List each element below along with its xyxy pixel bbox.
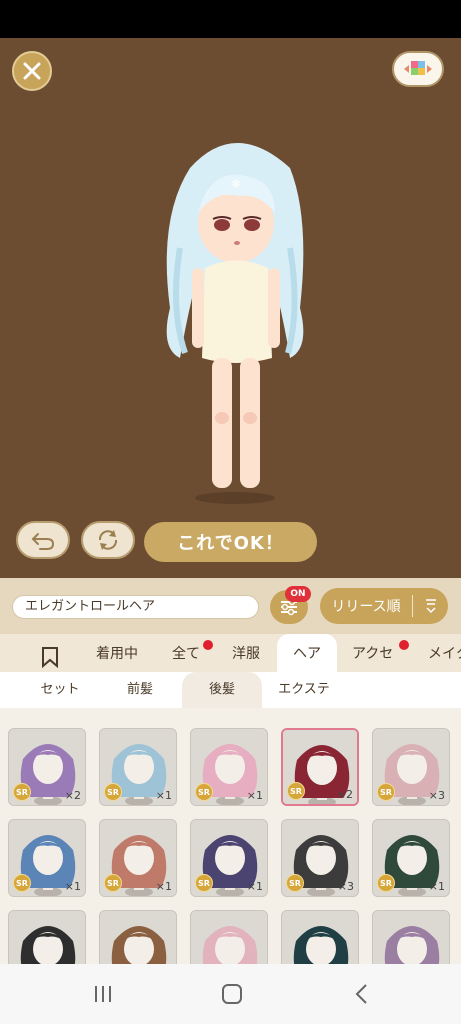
hair-item-card[interactable]: SR ×3 [281,819,359,897]
status-bar [0,0,461,38]
system-nav-bar [0,964,461,1024]
rarity-badge: SR [104,874,122,892]
home-button[interactable] [218,980,246,1008]
hair-item-card[interactable]: SR ×1 [99,819,177,897]
palette-icon [404,61,432,75]
owned-count: ×1 [155,789,172,802]
rarity-badge: SR [287,782,305,800]
owned-count: ×3 [337,880,354,893]
hair-item-card[interactable] [8,910,86,964]
rotate-button[interactable] [81,521,135,559]
hair-item-card[interactable]: SR ×1 [99,728,177,806]
hair-item-card[interactable]: SR ×2 [281,728,359,806]
hair-item-card[interactable]: SR ×1 [190,819,268,897]
filter-bar: エレガントロールヘア ON リリース順 [0,578,461,634]
owned-count: ×1 [428,880,445,893]
hair-item-card[interactable] [190,910,268,964]
subtab-set[interactable]: セット [24,672,96,708]
hair-thumbnail [373,911,449,964]
rarity-badge: SR [195,783,213,801]
category-tabs: 着用中 全て 洋服 ヘア アクセ メイク [0,634,461,672]
hair-thumbnail [100,911,176,964]
close-icon [23,62,41,80]
palette-button[interactable] [392,51,444,87]
back-button[interactable] [348,980,376,1008]
hair-item-card[interactable] [99,910,177,964]
hair-item-card[interactable]: SR ×1 [372,819,450,897]
rarity-badge: SR [104,783,122,801]
recent-apps-icon [95,986,111,1002]
hair-item-card[interactable]: SR ×3 [372,728,450,806]
rarity-badge: SR [286,874,304,892]
owned-count: ×1 [155,880,172,893]
recent-apps-button[interactable] [89,980,117,1008]
svg-text:❄: ❄ [231,177,241,191]
hair-thumbnail [191,911,267,964]
owned-count: ×2 [336,788,353,801]
hair-item-card[interactable]: SR ×1 [8,819,86,897]
avatar-stage: ❄ これでOK！ [0,38,461,578]
sort-direction-icon [413,598,448,614]
bookmark-tab[interactable] [40,644,60,669]
rarity-badge: SR [13,783,31,801]
hair-subtabs: セット 前髪 後髪 エクステ [0,672,461,708]
tab-clothes[interactable]: 洋服 [232,634,260,672]
owned-count: ×1 [246,789,263,802]
rarity-badge: SR [13,874,31,892]
rotate-icon [98,530,118,550]
rarity-badge: SR [377,874,395,892]
undo-button[interactable] [16,521,70,559]
hair-item-card[interactable] [372,910,450,964]
home-icon [222,984,242,1004]
sort-order-button[interactable]: リリース順 [320,588,448,624]
hair-item-card[interactable]: SR ×2 [8,728,86,806]
avatar-character: ❄ [166,143,304,504]
owned-count: ×1 [246,880,263,893]
tab-all-notification-dot [203,640,213,650]
tab-accessories[interactable]: アクセ [352,634,393,672]
rarity-badge: SR [377,783,395,801]
hair-thumbnail [282,911,358,964]
close-button[interactable] [12,51,52,91]
rarity-badge: SR [195,874,213,892]
hair-item-card[interactable] [281,910,359,964]
tab-accessories-notification-dot [399,640,409,650]
item-name-field[interactable]: エレガントロールヘア [12,595,259,619]
back-icon [355,984,367,1004]
subtab-front-hair[interactable]: 前髪 [104,672,176,708]
subtab-extensions[interactable]: エクステ [268,672,340,708]
undo-icon [31,533,55,550]
owned-count: ×2 [64,789,81,802]
hair-thumbnail [9,911,85,964]
owned-count: ×3 [428,789,445,802]
owned-count: ×1 [64,880,81,893]
sort-label: リリース順 [331,599,401,615]
hair-item-grid: SR ×2 SR ×1 SR ×1 SR ×2 SR ×3 SR ×1 SR ×1 SR ×1 SR ×3 SR ×1 [0,708,461,964]
filter-on-badge: ON [285,586,311,602]
tab-hair[interactable]: ヘア [277,634,337,672]
subtab-back-hair[interactable]: 後髪 [182,672,262,708]
confirm-ok-button[interactable]: これでOK！ [144,522,317,562]
bookmark-icon [42,647,58,669]
hair-item-card[interactable]: SR ×1 [190,728,268,806]
tab-makeup[interactable]: メイク [428,634,461,672]
tab-wearing[interactable]: 着用中 [96,634,138,672]
tab-all[interactable]: 全て [172,634,200,672]
